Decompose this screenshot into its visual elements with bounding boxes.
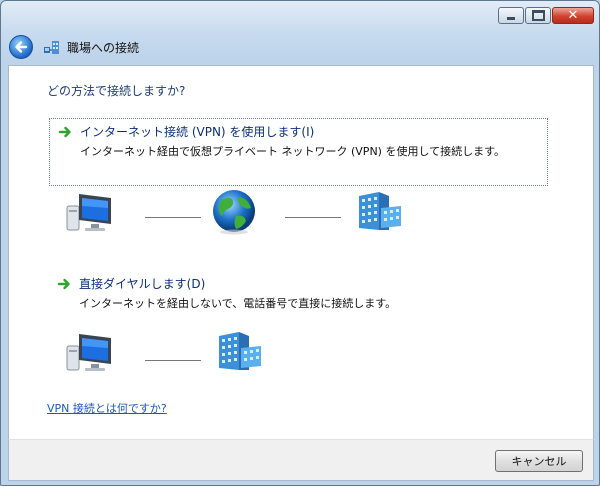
window-controls: ✕ bbox=[497, 7, 594, 24]
option-description: インターネットを経由しないで、電話番号で直接に接続します。 bbox=[79, 297, 397, 310]
option-dial-directly[interactable]: 直接ダイヤルします(D) インターネットを経由しないで、電話番号で直接に接続しま… bbox=[49, 271, 546, 311]
office-building-icon bbox=[359, 192, 401, 230]
maximize-button[interactable] bbox=[525, 7, 551, 24]
help-link-what-is-vpn[interactable]: VPN 接続とは何ですか? bbox=[47, 400, 167, 416]
maximize-icon bbox=[531, 10, 545, 21]
connection-line bbox=[145, 360, 201, 361]
vpn-diagram bbox=[65, 188, 405, 238]
dialup-diagram bbox=[65, 328, 275, 378]
option-title: 直接ダイヤルします(D) bbox=[79, 277, 206, 291]
globe-icon bbox=[213, 190, 255, 235]
close-icon: ✕ bbox=[567, 8, 579, 23]
back-button[interactable] bbox=[9, 35, 33, 59]
navigation-bar: 職場への接続 bbox=[9, 35, 139, 59]
computer-icon bbox=[66, 194, 111, 231]
close-button[interactable]: ✕ bbox=[552, 7, 594, 24]
cancel-button[interactable]: キャンセル bbox=[495, 450, 583, 472]
option-title: インターネット接続 (VPN) を使用します(I) bbox=[80, 125, 315, 139]
option-description: インターネット経由で仮想プライベート ネットワーク (VPN) を使用して接続し… bbox=[80, 145, 506, 158]
office-building-icon bbox=[219, 332, 261, 370]
wizard-content: どの方法で接続しますか? インターネット接続 (VPN) を使用します(I) イ… bbox=[8, 65, 594, 440]
back-arrow-icon bbox=[15, 41, 28, 53]
minimize-icon bbox=[507, 16, 515, 20]
connection-line bbox=[285, 217, 341, 218]
connect-to-workplace-window: ✕ 職場への接続 どの方法で接続しますか? インターネット接続 (VPN) を使… bbox=[0, 0, 600, 486]
workplace-network-icon bbox=[44, 41, 59, 54]
minimize-button[interactable] bbox=[498, 7, 524, 24]
computer-icon bbox=[66, 334, 111, 371]
option-use-vpn[interactable]: インターネット接続 (VPN) を使用します(I) インターネット経由で仮想プラ… bbox=[49, 118, 548, 186]
title-bar[interactable]: ✕ bbox=[1, 1, 599, 35]
green-arrow-icon bbox=[58, 126, 71, 138]
green-arrow-icon bbox=[57, 278, 70, 290]
connection-line bbox=[145, 217, 201, 218]
wizard-footer: キャンセル bbox=[8, 439, 594, 481]
page-question: どの方法で接続しますか? bbox=[47, 84, 186, 98]
window-title: 職場への接続 bbox=[67, 40, 140, 55]
